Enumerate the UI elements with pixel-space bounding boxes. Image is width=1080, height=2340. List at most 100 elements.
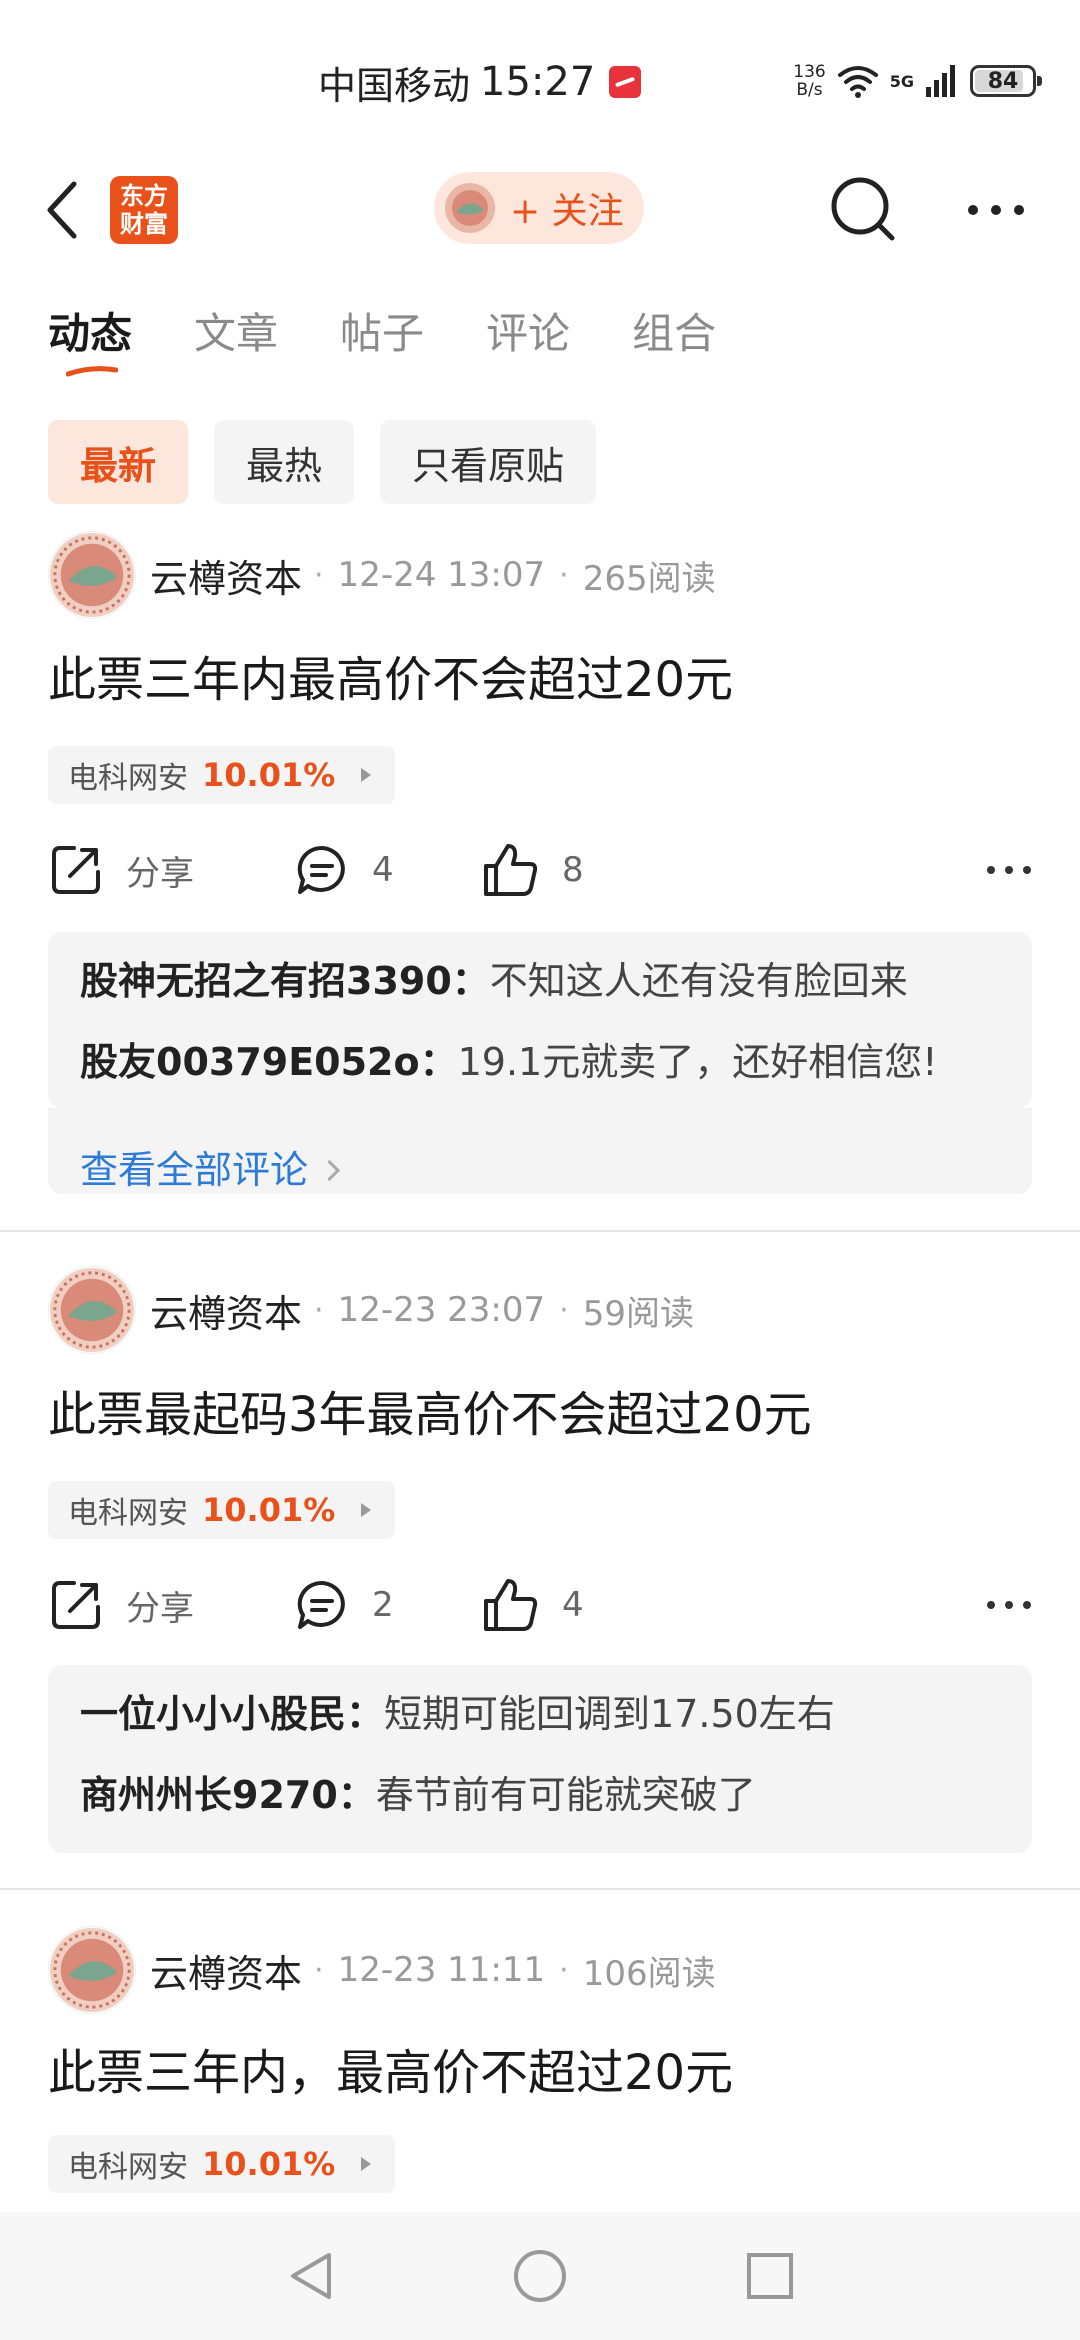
- filter-latest[interactable]: 最新: [48, 420, 189, 504]
- comment-preview[interactable]: 一位小小小股民：短期可能回调到17.50左右 商州州长9270：春节前有可能就突…: [48, 1665, 1032, 1853]
- comment-count: 2: [372, 1585, 394, 1625]
- post-divider: [0, 1230, 1080, 1232]
- system-home-button[interactable]: [510, 2246, 570, 2306]
- share-label: 分享: [126, 1588, 194, 1629]
- logo-text-bottom: 财富: [120, 210, 168, 238]
- like-count: 4: [562, 1585, 584, 1625]
- play-arrow-icon: [361, 2157, 372, 2171]
- follow-button[interactable]: + 关注: [434, 172, 644, 244]
- post-actions: 分享 4 8: [48, 830, 1032, 910]
- play-arrow-icon: [361, 1503, 372, 1517]
- comment-line: 股友00379E052o：19.1元就卖了，还好相信您!: [80, 1035, 1000, 1089]
- thumbs-up-icon: [484, 1579, 538, 1631]
- system-back-button[interactable]: [280, 2246, 340, 2306]
- post-more-button[interactable]: [972, 830, 1032, 910]
- comment-line: 商州州长9270：春节前有可能就突破了: [80, 1768, 1000, 1822]
- stock-tag[interactable]: 电科网安 10.01%: [48, 1481, 396, 1539]
- separator: ·: [559, 1292, 569, 1328]
- stock-change: 10.01%: [202, 2145, 336, 2183]
- author-name[interactable]: 云樽资本: [150, 1943, 302, 1998]
- post-title[interactable]: 此票三年内最高价不会超过20元: [48, 640, 733, 710]
- circle-home-icon: [514, 2250, 566, 2302]
- signal-icon: [926, 65, 955, 97]
- status-center: 中国移动 15:27: [318, 52, 642, 112]
- carrier-name: 中国移动: [318, 63, 471, 108]
- commenter-name[interactable]: 股友00379E052o：: [80, 1040, 458, 1084]
- author-avatar[interactable]: [48, 531, 136, 619]
- read-count: 59阅读: [582, 1293, 694, 1334]
- separator: ·: [314, 1952, 324, 1988]
- tab-dynamics[interactable]: 动态: [48, 300, 132, 377]
- search-button[interactable]: [826, 172, 902, 248]
- more-dots-icon: [987, 866, 1031, 874]
- network-speed-unit: B/s: [796, 80, 823, 100]
- comment-line: 股神无招之有招3390：不知这人还有没有脸回来: [80, 954, 1000, 1008]
- stock-tag[interactable]: 电科网安 10.01%: [48, 746, 396, 804]
- app-logo[interactable]: 东方 财富: [110, 176, 178, 244]
- filter-original-only[interactable]: 只看原贴: [380, 420, 597, 504]
- more-options-button[interactable]: [960, 172, 1032, 248]
- post-meta: · 12-23 11:11 · 106阅读: [314, 1946, 716, 1995]
- separator: ·: [314, 1292, 324, 1328]
- wifi-icon: [837, 66, 878, 98]
- network-speed-value: 136: [793, 62, 826, 82]
- share-icon: [52, 846, 100, 894]
- comment-preview[interactable]: 股神无招之有招3390：不知这人还有没有脸回来 股友00379E052o：19.…: [48, 932, 1032, 1108]
- author-name[interactable]: 云樽资本: [150, 548, 302, 603]
- post-actions: 分享 2 4: [48, 1565, 1032, 1645]
- author-avatar[interactable]: [48, 1266, 136, 1354]
- post-card: 云樽资本 · 12-23 23:07 · 59阅读 此票最起码3年最高价不会超过…: [0, 1265, 1080, 1865]
- view-all-comments-link[interactable]: 查看全部评论: [80, 1143, 341, 1197]
- filter-hottest[interactable]: 最热: [214, 420, 355, 504]
- post-header: 云樽资本 · 12-23 11:11 · 106阅读: [48, 1925, 716, 2015]
- clock: 15:27: [480, 59, 596, 105]
- tab-portfolio[interactable]: 组合: [632, 300, 716, 370]
- stock-tag[interactable]: 电科网安 10.01%: [48, 2135, 396, 2193]
- post-title[interactable]: 此票三年内，最高价不超过20元: [48, 2033, 733, 2103]
- comment-count: 4: [372, 850, 394, 890]
- author-avatar[interactable]: [48, 1926, 136, 2014]
- stock-name: 电科网安: [68, 761, 188, 796]
- commenter-name[interactable]: 商州州长9270：: [80, 1773, 376, 1817]
- commenter-name[interactable]: 一位小小小股民：: [80, 1692, 384, 1736]
- logo-text-top: 东方: [120, 182, 168, 210]
- author-name[interactable]: 云樽资本: [150, 1283, 302, 1338]
- tab-articles[interactable]: 文章: [194, 300, 278, 370]
- tab-label: 文章: [194, 309, 279, 358]
- comment-button[interactable]: 4: [294, 830, 394, 910]
- like-button[interactable]: 8: [482, 830, 584, 910]
- share-button[interactable]: 分享: [48, 1565, 194, 1645]
- post-more-button[interactable]: [972, 1565, 1032, 1645]
- separator: ·: [314, 557, 324, 593]
- top-nav-bar: 东方 财富 + 关注: [0, 160, 1080, 260]
- post-time: 12-23 11:11: [337, 1950, 546, 1990]
- user-avatar: [445, 183, 495, 233]
- post-title[interactable]: 此票最起码3年最高价不会超过20元: [48, 1375, 812, 1445]
- status-bar: 中国移动 15:27 136 B/s 5G 84: [0, 0, 1080, 150]
- thumbs-up-icon: [484, 844, 538, 896]
- stock-name: 电科网安: [68, 1496, 188, 1531]
- share-icon: [52, 1581, 100, 1629]
- system-recents-button[interactable]: [740, 2246, 800, 2306]
- back-button[interactable]: [40, 176, 96, 244]
- tab-comments[interactable]: 评论: [486, 300, 570, 370]
- comment-button[interactable]: 2: [294, 1565, 394, 1645]
- post-header: 云樽资本 · 12-23 23:07 · 59阅读: [48, 1265, 694, 1355]
- tab-posts[interactable]: 帖子: [340, 300, 424, 370]
- more-dots-icon: [968, 205, 1024, 215]
- tab-label: 组合: [632, 309, 717, 358]
- system-navigation-bar: [0, 2212, 1080, 2340]
- read-count: 265阅读: [582, 558, 716, 599]
- commenter-name[interactable]: 股神无招之有招3390：: [80, 959, 490, 1003]
- post-card: 云樽资本 · 12-24 13:07 · 265阅读 此票三年内最高价不会超过2…: [0, 530, 1080, 1230]
- like-button[interactable]: 4: [482, 1565, 584, 1645]
- comment-text: 不知这人还有没有脸回来: [489, 959, 908, 1003]
- battery-icon: 84: [970, 65, 1042, 97]
- separator: ·: [559, 557, 569, 593]
- post-card: 云樽资本 · 12-23 11:11 · 106阅读 此票三年内，最高价不超过2…: [0, 1925, 1080, 2215]
- battery-level: 84: [987, 68, 1019, 94]
- post-time: 12-23 23:07: [337, 1290, 546, 1330]
- tab-label: 评论: [486, 309, 571, 358]
- play-arrow-icon: [361, 768, 372, 782]
- share-button[interactable]: 分享: [48, 830, 194, 910]
